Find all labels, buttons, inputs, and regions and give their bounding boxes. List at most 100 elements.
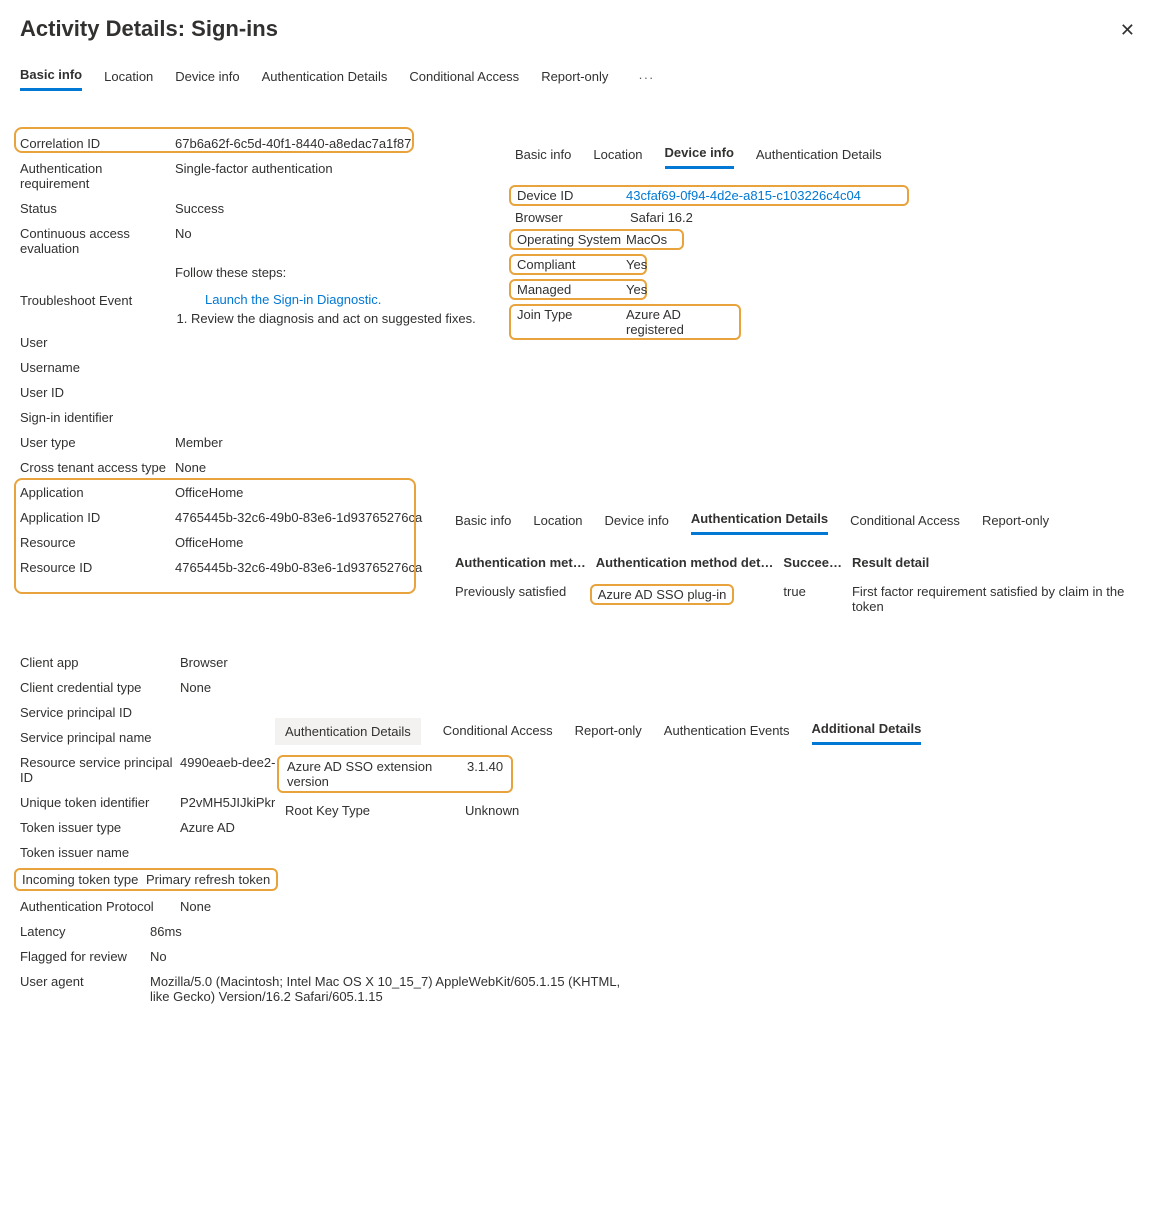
value-device-id[interactable]: 43cfaf69-0f94-4d2e-a815-c103226c4c04	[626, 188, 901, 203]
tab-location[interactable]: Location	[104, 65, 153, 90]
auth-details-table: Authentication met… Authentication metho…	[455, 547, 1155, 620]
label-application-id: Application ID	[20, 510, 175, 525]
col-auth-method-detail[interactable]: Authentication method det…	[596, 547, 784, 578]
page-title: Activity Details: Sign-ins	[20, 16, 278, 42]
row-auth-protocol: Authentication Protocol None	[20, 894, 1139, 919]
row-cred-type: Client credential type None	[20, 675, 1139, 700]
col-result-detail[interactable]: Result detail	[852, 547, 1155, 578]
value-cred-type: None	[180, 680, 1139, 695]
tab-device-info[interactable]: Device info	[175, 65, 239, 90]
auth-tab-location[interactable]: Location	[533, 509, 582, 534]
row-client-app: Client app Browser	[20, 650, 1139, 675]
value-root-key-type: Unknown	[465, 803, 519, 818]
row-flagged: Flagged for review No	[20, 944, 1139, 969]
value-cross-tenant: None	[175, 460, 1139, 475]
row-username: Username	[20, 355, 1139, 380]
label-device-id: Device ID	[517, 188, 626, 203]
label-browser: Browser	[515, 210, 630, 225]
auth-tab-report[interactable]: Report-only	[982, 509, 1049, 534]
label-username: Username	[20, 360, 175, 375]
auth-tab-auth[interactable]: Authentication Details	[691, 507, 828, 535]
label-uti: Unique token identifier	[20, 795, 180, 810]
value-issuer-type: Azure AD	[180, 820, 1139, 835]
row-user-type: User type Member	[20, 430, 1139, 455]
tab-basic-info[interactable]: Basic info	[20, 63, 82, 91]
row-user-agent: User agent Mozilla/5.0 (Macintosh; Intel…	[20, 969, 1139, 1009]
label-auth-protocol: Authentication Protocol	[20, 899, 180, 914]
value-user-agent: Mozilla/5.0 (Macintosh; Intel Mac OS X 1…	[150, 974, 630, 1004]
label-auth-requirement: Authentication requirement	[20, 161, 175, 191]
value-latency: 86ms	[150, 924, 1139, 939]
row-browser: Browser Safari 16.2	[515, 206, 1015, 229]
value-browser: Safari 16.2	[630, 210, 1015, 225]
link-launch-diagnostic[interactable]: Launch the Sign-in Diagnostic.	[205, 292, 381, 307]
label-managed: Managed	[517, 282, 626, 297]
cell-result: First factor requirement satisfied by cl…	[852, 578, 1155, 620]
value-managed: Yes	[626, 282, 647, 297]
label-sso-ext-version: Azure AD SSO extension version	[287, 759, 467, 789]
row-user-id: User ID	[20, 380, 1139, 405]
addl-tab-ca[interactable]: Conditional Access	[443, 719, 553, 744]
label-flagged: Flagged for review	[20, 949, 150, 964]
main-tabs: Basic info Location Device info Authenti…	[20, 63, 1139, 91]
tabs-overflow-button[interactable]: ···	[638, 70, 654, 85]
label-cred-type: Client credential type	[20, 680, 180, 695]
label-incoming-token: Incoming token type	[22, 872, 146, 887]
tab-authentication-details[interactable]: Authentication Details	[262, 65, 388, 90]
value-compliant: Yes	[626, 257, 647, 272]
row-latency: Latency 86ms	[20, 919, 1139, 944]
label-latency: Latency	[20, 924, 150, 939]
auth-tab-ca[interactable]: Conditional Access	[850, 509, 960, 534]
addl-tab-auth-events[interactable]: Authentication Events	[664, 719, 790, 744]
tab-conditional-access[interactable]: Conditional Access	[409, 65, 519, 90]
label-root-key-type: Root Key Type	[285, 803, 465, 818]
auth-tab-device[interactable]: Device info	[605, 509, 669, 534]
value-flagged: No	[150, 949, 1139, 964]
cell-method: Previously satisfied	[455, 578, 596, 620]
label-user-id: User ID	[20, 385, 175, 400]
label-user-agent: User agent	[20, 974, 150, 989]
col-succeeded[interactable]: Succee…	[783, 547, 852, 578]
row-issuer-name: Token issuer name	[20, 840, 1139, 865]
dev-tab-location[interactable]: Location	[593, 143, 642, 168]
label-correlation-id: Correlation ID	[20, 136, 175, 151]
label-client-app: Client app	[20, 655, 180, 670]
dev-tab-auth[interactable]: Authentication Details	[756, 143, 882, 168]
additional-details-panel: Authentication Details Conditional Acces…	[275, 717, 975, 822]
label-resource: Resource	[20, 535, 175, 550]
row-application: Application OfficeHome	[20, 480, 1139, 505]
value-user-type: Member	[175, 435, 1139, 450]
dev-tab-basic[interactable]: Basic info	[515, 143, 571, 168]
auth-details-panel: Basic info Location Device info Authenti…	[455, 507, 1155, 620]
label-user: User	[20, 335, 175, 350]
close-button[interactable]: ✕	[1116, 16, 1139, 45]
value-incoming-token: Primary refresh token	[146, 872, 270, 887]
cell-succeeded: true	[783, 578, 852, 620]
label-cae: Continuous access evaluation	[20, 226, 175, 256]
label-signin-identifier: Sign-in identifier	[20, 410, 175, 425]
addl-tab-auth-details[interactable]: Authentication Details	[275, 718, 421, 745]
tab-report-only[interactable]: Report-only	[541, 65, 608, 90]
value-sso-ext-version: 3.1.40	[467, 759, 503, 789]
label-join-type: Join Type	[517, 307, 626, 337]
label-sp-id: Service principal ID	[20, 705, 180, 720]
label-compliant: Compliant	[517, 257, 626, 272]
auth-row-1: Previously satisfied Azure AD SSO plug-i…	[455, 578, 1155, 620]
value-join-type: Azure AD registered	[626, 307, 733, 337]
row-signin-identifier: Sign-in identifier	[20, 405, 1139, 430]
label-status: Status	[20, 201, 175, 216]
auth-tab-basic[interactable]: Basic info	[455, 509, 511, 534]
value-os: MacOs	[626, 232, 676, 247]
dev-tab-device-info[interactable]: Device info	[665, 141, 734, 169]
value-client-app: Browser	[180, 655, 1139, 670]
cell-method-detail: Azure AD SSO plug-in	[590, 584, 735, 605]
col-auth-method[interactable]: Authentication met…	[455, 547, 596, 578]
addl-tab-report[interactable]: Report-only	[575, 719, 642, 744]
value-application: OfficeHome	[175, 485, 1139, 500]
row-cross-tenant: Cross tenant access type None	[20, 455, 1139, 480]
label-cross-tenant: Cross tenant access type	[20, 460, 175, 475]
label-rsp-id: Resource service principal ID	[20, 755, 180, 785]
label-os: Operating System	[517, 232, 626, 247]
addl-tab-additional-details[interactable]: Additional Details	[812, 717, 922, 745]
value-auth-protocol: None	[180, 899, 1139, 914]
